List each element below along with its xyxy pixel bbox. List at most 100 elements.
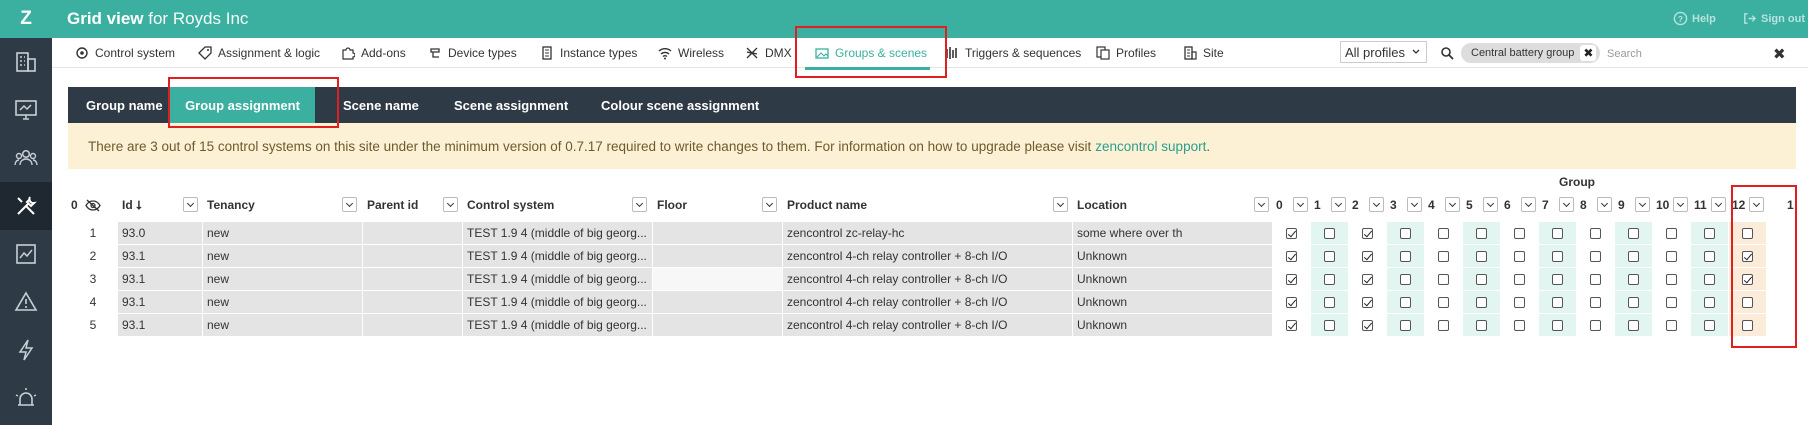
cell-parent-id[interactable]: [363, 268, 462, 290]
cell-floor[interactable]: [653, 222, 782, 244]
col-header-floor[interactable]: Floor: [657, 194, 687, 216]
group-11-checkbox[interactable]: [1704, 250, 1715, 262]
cell-product-name[interactable]: zencontrol 4-ch relay controller + 8-ch …: [783, 268, 1072, 290]
group-5-checkbox[interactable]: [1476, 227, 1487, 239]
profile-select[interactable]: All profiles: [1340, 41, 1427, 63]
cell-floor[interactable]: [653, 268, 782, 290]
tab-site[interactable]: Site: [1183, 38, 1224, 68]
group-9-checkbox[interactable]: [1628, 273, 1639, 285]
sidebar-item-monitor[interactable]: [0, 86, 52, 134]
group-5-checkbox[interactable]: [1476, 319, 1487, 331]
group-filter-7[interactable]: [1559, 197, 1574, 212]
cell-control-system[interactable]: TEST 1.9 4 (middle of big georg...: [463, 291, 652, 313]
cell-tenancy[interactable]: new: [203, 314, 362, 336]
group-10-checkbox[interactable]: [1666, 273, 1677, 285]
table-row[interactable]: 1 93.0 new TEST 1.9 4 (middle of big georg.…: [68, 222, 1796, 245]
group-header-0[interactable]: 0: [1276, 194, 1283, 216]
group-11-checkbox[interactable]: [1704, 227, 1715, 239]
group-filter-0[interactable]: [1293, 197, 1308, 212]
group-filter-9[interactable]: [1635, 197, 1650, 212]
cell-id[interactable]: 93.1: [118, 314, 202, 336]
group-12-checkbox[interactable]: [1742, 273, 1753, 285]
group-1-checkbox[interactable]: [1324, 319, 1335, 331]
group-header-1[interactable]: 1: [1314, 194, 1321, 216]
group-11-checkbox[interactable]: [1704, 273, 1715, 285]
table-row[interactable]: 2 93.1 new TEST 1.9 4 (middle of big georg.…: [68, 245, 1796, 268]
group-header-12[interactable]: 12: [1732, 194, 1745, 216]
group-filter-1[interactable]: [1331, 197, 1346, 212]
group-11-checkbox[interactable]: [1704, 319, 1715, 331]
col-filter-id[interactable]: [183, 197, 198, 212]
group-9-checkbox[interactable]: [1628, 296, 1639, 308]
cell-floor[interactable]: [653, 245, 782, 267]
group-4-checkbox[interactable]: [1438, 319, 1449, 331]
cell-id[interactable]: 93.1: [118, 268, 202, 290]
group-1-checkbox[interactable]: [1324, 250, 1335, 262]
group-10-checkbox[interactable]: [1666, 296, 1677, 308]
group-12-checkbox[interactable]: [1742, 319, 1753, 331]
col-filter-floor[interactable]: [762, 197, 777, 212]
sidebar-item-alarms[interactable]: [0, 374, 52, 422]
group-10-checkbox[interactable]: [1666, 250, 1677, 262]
group-0-checkbox[interactable]: [1286, 250, 1297, 262]
cell-control-system[interactable]: TEST 1.9 4 (middle of big georg...: [463, 314, 652, 336]
tab-wireless[interactable]: Wireless: [658, 38, 724, 68]
cell-control-system[interactable]: TEST 1.9 4 (middle of big georg...: [463, 268, 652, 290]
cell-id[interactable]: 93.0: [118, 222, 202, 244]
group-filter-2[interactable]: [1369, 197, 1384, 212]
table-row[interactable]: 5 93.1 new TEST 1.9 4 (middle of big georg.…: [68, 314, 1796, 337]
tab-assignment-logic[interactable]: Assignment & logic: [198, 38, 320, 68]
cell-location[interactable]: Unknown: [1073, 314, 1272, 336]
group-header-3[interactable]: 3: [1390, 194, 1397, 216]
cell-tenancy[interactable]: new: [203, 291, 362, 313]
group-2-checkbox[interactable]: [1362, 227, 1373, 239]
sidebar-item-reports[interactable]: [0, 230, 52, 278]
group-8-checkbox[interactable]: [1590, 273, 1601, 285]
group-header-6[interactable]: 6: [1504, 194, 1511, 216]
clear-search-icon[interactable]: ✖: [1773, 45, 1786, 63]
tab-add-ons[interactable]: Add-ons: [341, 38, 406, 68]
group-filter-10[interactable]: [1673, 197, 1688, 212]
cell-floor[interactable]: [653, 291, 782, 313]
group-2-checkbox[interactable]: [1362, 273, 1373, 285]
group-5-checkbox[interactable]: [1476, 296, 1487, 308]
group-4-checkbox[interactable]: [1438, 273, 1449, 285]
group-header-8[interactable]: 8: [1580, 194, 1587, 216]
group-filter-5[interactable]: [1483, 197, 1498, 212]
group-9-checkbox[interactable]: [1628, 319, 1639, 331]
tab-dmx[interactable]: DMX: [745, 38, 792, 68]
sidebar-item-users[interactable]: [0, 134, 52, 182]
group-header-4[interactable]: 4: [1428, 194, 1435, 216]
subtab-scene-name[interactable]: Scene name: [343, 87, 419, 123]
group-1-checkbox[interactable]: [1324, 296, 1335, 308]
group-header-7[interactable]: 7: [1542, 194, 1549, 216]
cell-tenancy[interactable]: new: [203, 268, 362, 290]
tab-profiles[interactable]: Profiles: [1096, 38, 1156, 68]
tab-triggers-sequences[interactable]: Triggers & sequences: [945, 38, 1081, 68]
group-7-checkbox[interactable]: [1552, 227, 1563, 239]
cell-parent-id[interactable]: [363, 222, 462, 244]
cell-product-name[interactable]: zencontrol zc-relay-hc: [783, 222, 1072, 244]
app-logo[interactable]: Z: [0, 0, 52, 38]
group-filter-12[interactable]: [1749, 197, 1764, 212]
group-2-checkbox[interactable]: [1362, 319, 1373, 331]
search-filter-chip[interactable]: Central battery group ✖: [1461, 43, 1601, 63]
group-10-checkbox[interactable]: [1666, 227, 1677, 239]
group-3-checkbox[interactable]: [1400, 296, 1411, 308]
cell-product-name[interactable]: zencontrol 4-ch relay controller + 8-ch …: [783, 245, 1072, 267]
tab-device-types[interactable]: Device types: [428, 38, 517, 68]
group-8-checkbox[interactable]: [1590, 319, 1601, 331]
group-filter-11[interactable]: [1711, 197, 1726, 212]
group-7-checkbox[interactable]: [1552, 296, 1563, 308]
cell-tenancy[interactable]: new: [203, 245, 362, 267]
group-12-checkbox[interactable]: [1742, 250, 1753, 262]
group-7-checkbox[interactable]: [1552, 273, 1563, 285]
group-header-13[interactable]: 1: [1787, 194, 1794, 216]
group-1-checkbox[interactable]: [1324, 273, 1335, 285]
sidebar-item-tools[interactable]: [0, 182, 52, 230]
group-0-checkbox[interactable]: [1286, 273, 1297, 285]
sidebar-item-warnings[interactable]: [0, 278, 52, 326]
group-10-checkbox[interactable]: [1666, 319, 1677, 331]
cell-tenancy[interactable]: new: [203, 222, 362, 244]
col-filter-tenancy[interactable]: [342, 197, 357, 212]
